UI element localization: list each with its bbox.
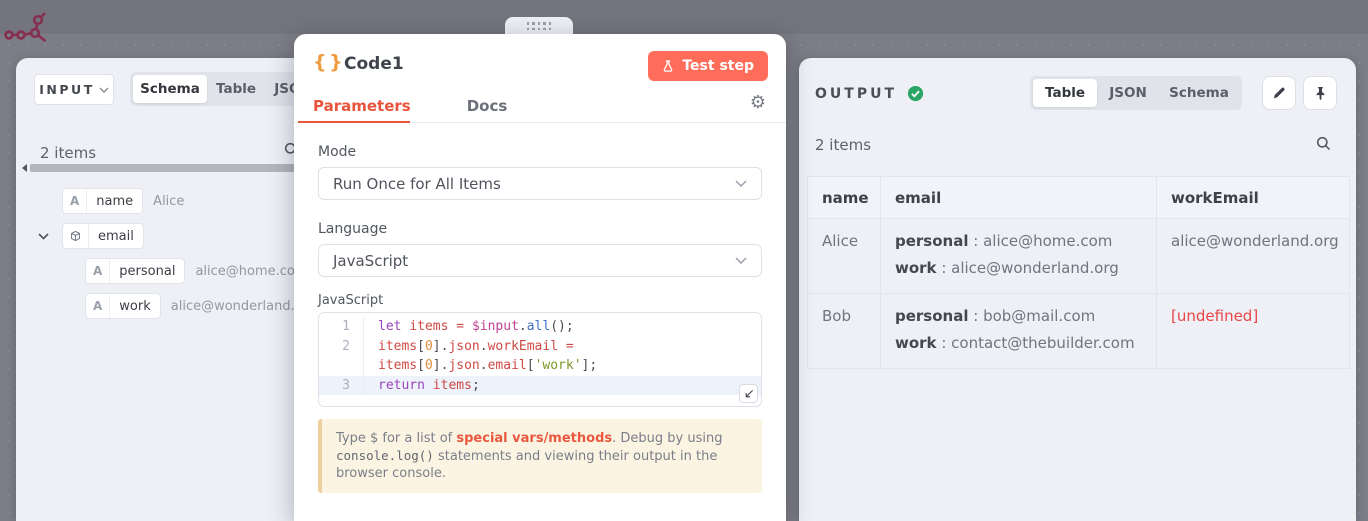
chevron-down-icon <box>735 180 747 187</box>
output-items-count: 2 items <box>815 136 871 154</box>
column-header-email: email <box>881 177 1157 219</box>
string-type-icon: A <box>86 259 110 283</box>
expand-editor-button[interactable] <box>739 384 758 403</box>
node-title: Code1 <box>344 54 404 74</box>
horizontal-scrollbar <box>18 162 318 174</box>
code-node-icon: { } <box>313 51 341 73</box>
language-label: Language <box>318 221 387 237</box>
schema-tree-row: email <box>62 223 144 249</box>
workflow-node-icon <box>2 12 52 46</box>
expand-icon <box>744 389 754 399</box>
string-type-icon: A <box>86 294 110 318</box>
schema-field-personal[interactable]: A personal <box>85 258 185 284</box>
output-panel: OUTPUT Table JSON Schema 2 items name em… <box>799 58 1356 521</box>
flask-icon <box>662 59 674 73</box>
edit-output-button[interactable] <box>1262 76 1296 110</box>
code-lines: 1let items = $input.all();2items[0].json… <box>319 317 761 395</box>
code-line: 2items[0].json.workEmail = <box>319 337 761 357</box>
pin-data-button[interactable] <box>1303 76 1337 110</box>
output-tab-schema[interactable]: Schema <box>1159 79 1239 107</box>
modal-drag-handle[interactable] <box>505 17 573 35</box>
tab-docs[interactable]: Docs <box>467 97 508 115</box>
output-search-icon[interactable] <box>1316 136 1331 151</box>
tab-parameters[interactable]: Parameters <box>313 97 411 115</box>
scrollbar-thumb[interactable] <box>30 164 318 172</box>
drag-dots-icon <box>527 22 552 30</box>
input-items-count: 2 items <box>40 144 96 162</box>
active-tab-underline <box>298 121 410 124</box>
pencil-icon <box>1272 86 1286 100</box>
input-tab-schema[interactable]: Schema <box>133 75 207 103</box>
top-bar <box>0 0 1368 34</box>
collapse-chevron-icon[interactable] <box>38 233 49 240</box>
cell-workemail: alice@wonderland.org <box>1157 219 1350 294</box>
table-row: Alice personal : alice@home.com work : a… <box>808 219 1350 294</box>
schema-tree-row: A name Alice <box>62 188 184 214</box>
node-settings-modal: { } Code1 Test step Parameters Docs ⚙ Mo… <box>294 34 786 521</box>
editor-label: JavaScript <box>318 293 383 308</box>
schema-field-value: Alice <box>153 194 184 209</box>
schema-field-value: alice@home.com <box>195 264 307 279</box>
chevron-down-icon <box>735 257 747 264</box>
column-header-workemail: workEmail <box>1157 177 1350 219</box>
editor-hint-box: Type $ for a list of special vars/method… <box>318 419 762 493</box>
modal-header: { } Code1 Test step <box>294 34 786 90</box>
scroll-left-arrow[interactable] <box>18 164 27 172</box>
schema-field-name[interactable]: A name <box>62 188 143 214</box>
schema-field-work[interactable]: A work <box>85 293 161 319</box>
column-header-name: name <box>808 177 881 219</box>
input-panel: INPUT Schema Table JSON 2 items A name A… <box>16 58 320 521</box>
schema-field-email[interactable]: email <box>62 223 144 249</box>
input-source-dropdown[interactable]: INPUT <box>34 74 114 105</box>
code-line: items[0].json.email['work']; <box>319 356 761 376</box>
success-check-icon <box>907 85 924 102</box>
input-tab-table[interactable]: Table <box>207 75 265 103</box>
table-row: Bob personal : bob@mail.com work : conta… <box>808 294 1350 369</box>
object-type-icon <box>63 224 89 248</box>
chevron-down-icon <box>99 87 109 93</box>
output-view-tabs: Table JSON Schema <box>1030 76 1242 110</box>
output-tab-table[interactable]: Table <box>1033 79 1097 107</box>
mode-select[interactable]: Run Once for All Items <box>318 167 762 200</box>
schema-tree-row: A personal alice@home.com <box>85 258 308 284</box>
mode-label: Mode <box>318 144 356 160</box>
gear-icon[interactable]: ⚙ <box>750 94 766 112</box>
input-view-tabs: Schema Table JSON <box>130 72 320 106</box>
output-table: name email workEmail Alice personal : al… <box>807 176 1350 369</box>
language-select[interactable]: JavaScript <box>318 244 762 277</box>
modal-tab-bar: Parameters Docs ⚙ <box>294 90 786 123</box>
string-type-icon: A <box>63 189 87 213</box>
output-panel-title: OUTPUT <box>815 86 897 102</box>
code-line: 1let items = $input.all(); <box>319 317 761 337</box>
node-details-view: ← Back to canvas INPUT Schema Table JSON… <box>0 0 1368 521</box>
cell-email: personal : alice@home.com work : alice@w… <box>881 219 1157 294</box>
special-vars-link[interactable]: special vars/methods <box>456 431 612 446</box>
test-step-button[interactable]: Test step <box>648 51 768 81</box>
output-tab-json[interactable]: JSON <box>1097 79 1159 107</box>
cell-name: Alice <box>808 219 881 294</box>
code-line: 3return items; <box>319 376 761 396</box>
input-panel-title: INPUT <box>39 82 94 97</box>
cell-workemail: [undefined] <box>1157 294 1350 369</box>
cell-email: personal : bob@mail.com work : contact@t… <box>881 294 1157 369</box>
pin-icon <box>1314 86 1327 101</box>
schema-tree-row: A work alice@wonderland.org <box>85 293 316 319</box>
cell-name: Bob <box>808 294 881 369</box>
code-editor[interactable]: 1let items = $input.all();2items[0].json… <box>318 312 762 407</box>
